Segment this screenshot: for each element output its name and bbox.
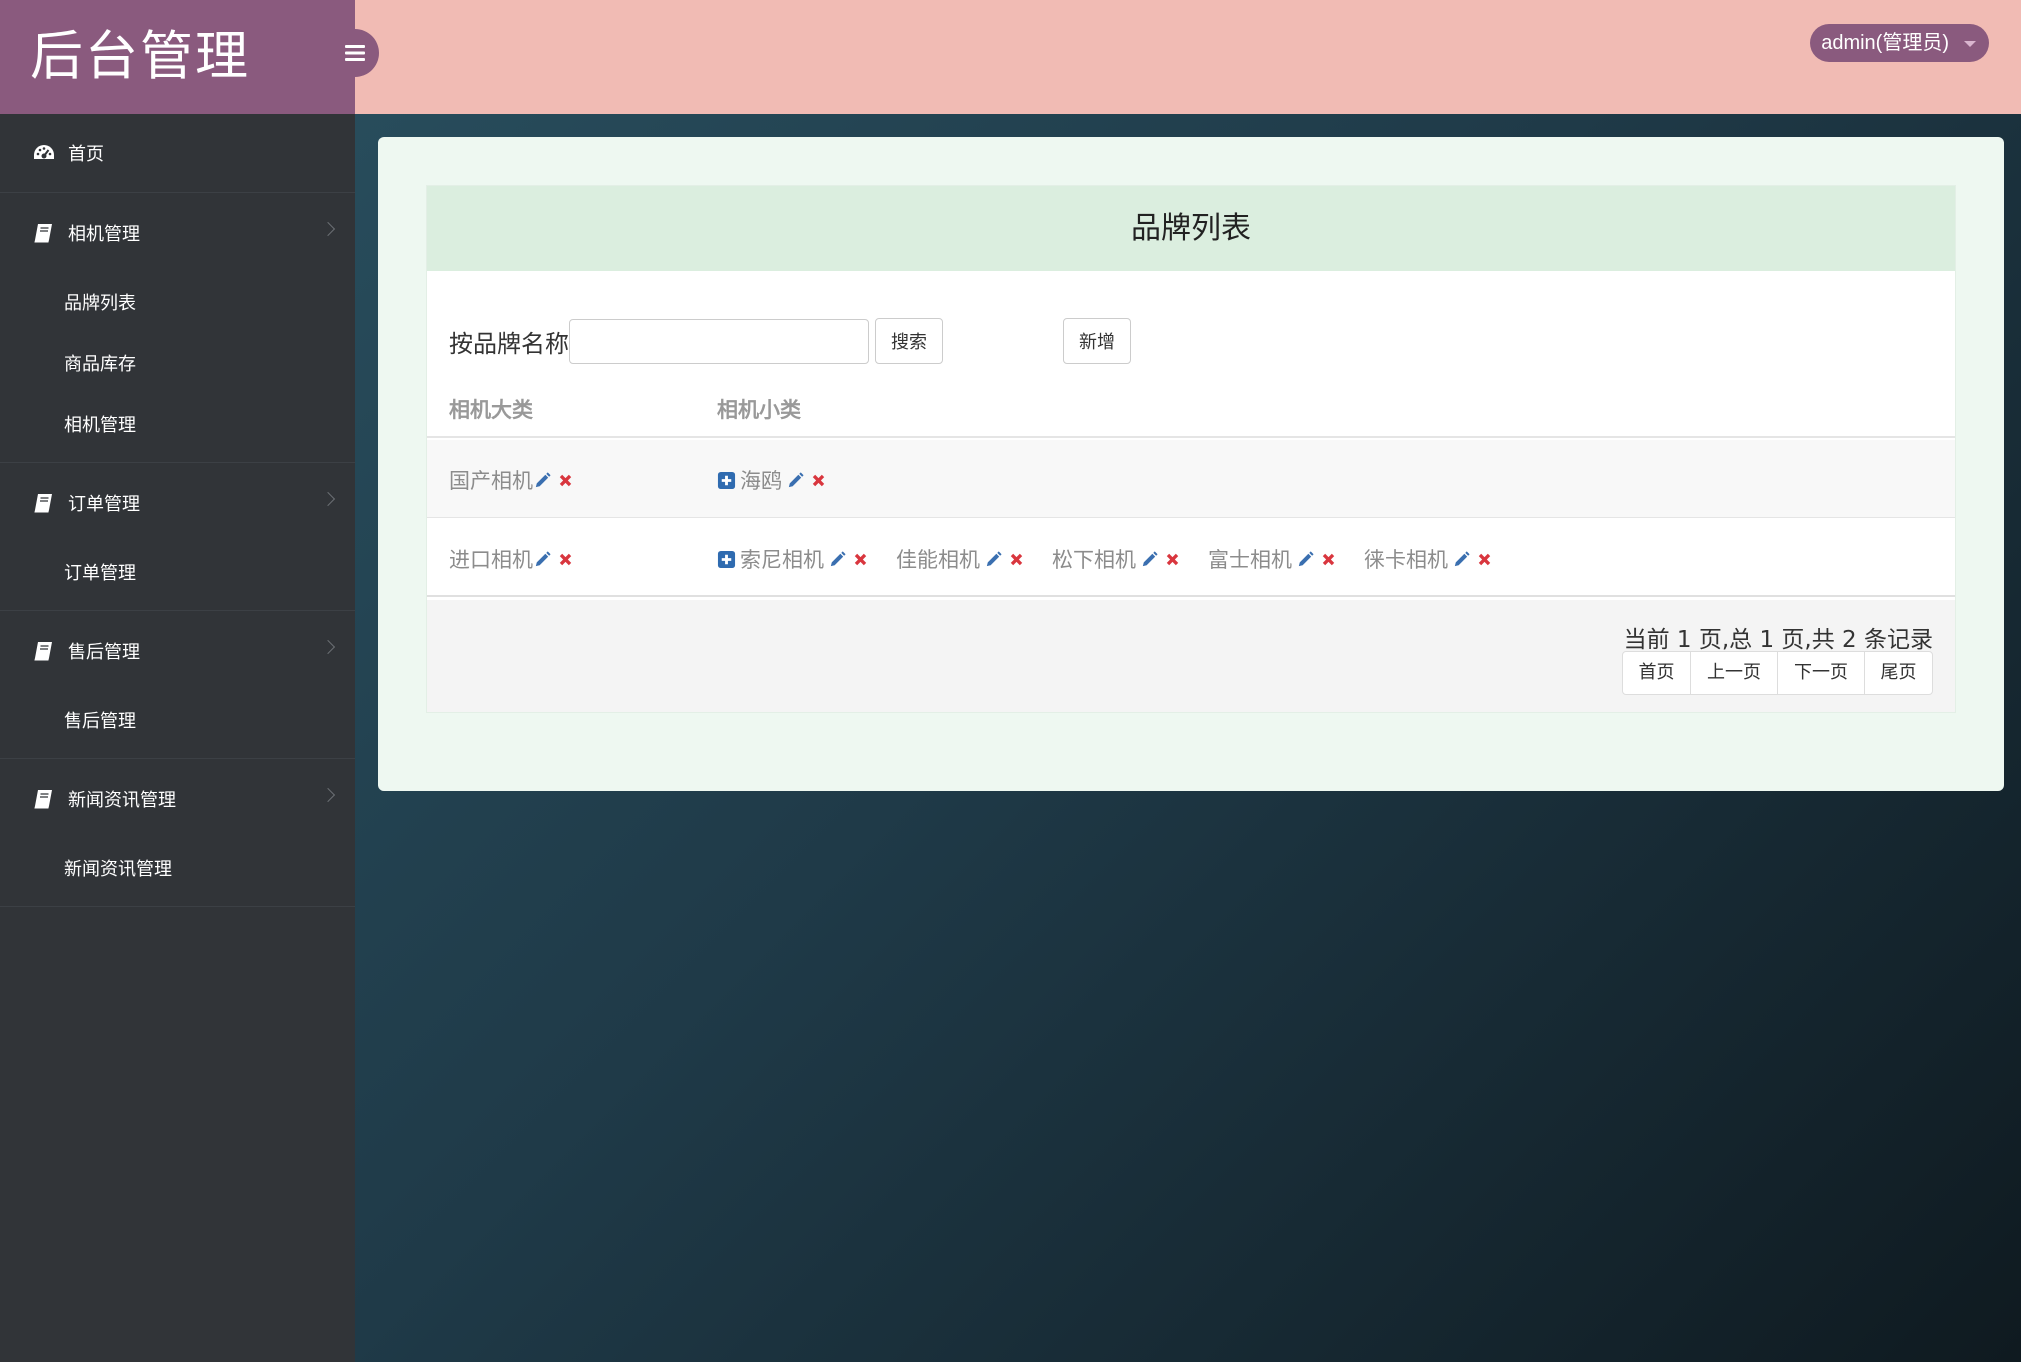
plus-square-icon[interactable] [717,550,736,569]
sidebar-item-news[interactable]: 新闻资讯管理 [0,839,355,900]
sidebar-item-label: 售后管理 [68,642,140,662]
sidebar-item-aftersales[interactable]: 售后管理 [0,691,355,752]
category-cell: 进口相机 [449,544,579,574]
dashboard-icon [34,145,54,159]
app-logo-title: 后台管理 [0,0,355,114]
book-icon [34,494,52,513]
book-icon [34,642,52,661]
delete-icon[interactable] [1319,550,1338,569]
search-button[interactable]: 搜索 [875,318,943,364]
brand-item: 松下相机 [1052,544,1186,574]
caret-down-icon [1964,41,1976,47]
table-row: 进口相机 索尼相机 佳能相机 松下相机 富士相机 徕卡相机 [427,519,1955,597]
user-menu-label: admin(管理员) [1821,32,1949,54]
sidebar-group-orders: 订单管理 订单管理 [0,463,355,611]
sidebar-item-orders[interactable]: 订单管理 [0,543,355,604]
search-label: 按品牌名称 [449,329,569,358]
category-cell: 国产相机 [449,465,579,495]
sidebar-group-aftersales: 售后管理 售后管理 [0,611,355,759]
brand-name: 松下相机 [1052,548,1136,572]
search-bar: 按品牌名称 搜索 新增 [449,318,1131,364]
pencil-icon[interactable] [1140,550,1159,569]
pencil-icon[interactable] [786,471,805,490]
brand-list-panel: 品牌列表 按品牌名称 搜索 新增 相机大类 相机小类 国产相机 海鸥 进口相机 … [426,185,1956,713]
book-icon [34,790,52,809]
next-page-button[interactable]: 下一页 [1777,651,1865,695]
column-header-brands: 相机小类 [717,398,801,422]
sidebar-toggle-button[interactable] [331,29,379,77]
sidebar-group-camera: 相机管理 品牌列表 商品库存 相机管理 [0,193,355,463]
content-card: 品牌列表 按品牌名称 搜索 新增 相机大类 相机小类 国产相机 海鸥 进口相机 … [378,137,2004,791]
first-page-button[interactable]: 首页 [1622,651,1691,695]
sidebar-item-camera-management[interactable]: 相机管理 [0,193,355,273]
brands-cell: 索尼相机 佳能相机 松下相机 富士相机 徕卡相机 [717,544,1520,574]
pagination: 首页 上一页 下一页 尾页 [1622,651,1933,695]
table-row: 国产相机 海鸥 [427,440,1955,518]
brand-name: 索尼相机 [740,548,824,572]
pencil-icon[interactable] [533,550,552,569]
delete-icon[interactable] [556,471,575,490]
delete-icon[interactable] [1475,550,1494,569]
user-menu[interactable]: admin(管理员) [1810,24,1989,62]
sidebar-item-label: 新闻资讯管理 [68,790,176,810]
sidebar-group-home: 首页 [0,114,355,193]
brand-name: 富士相机 [1208,548,1292,572]
sidebar-item-home[interactable]: 首页 [0,114,355,192]
brand-name: 海鸥 [740,469,782,493]
sidebar-group-news: 新闻资讯管理 新闻资讯管理 [0,759,355,907]
panel-title: 品牌列表 [427,186,1955,271]
sidebar-item-news-management[interactable]: 新闻资讯管理 [0,759,355,839]
sidebar-item-order-management[interactable]: 订单管理 [0,463,355,543]
sidebar: 首页 相机管理 品牌列表 商品库存 相机管理 订单管理 订单管理 售后管理 售后… [0,114,355,1362]
pencil-icon[interactable] [1296,550,1315,569]
brand-item: 佳能相机 [896,544,1030,574]
brand-item: 徕卡相机 [1364,544,1498,574]
sidebar-item-label: 订单管理 [68,494,140,514]
delete-icon[interactable] [1163,550,1182,569]
pencil-icon[interactable] [533,471,552,490]
table-header: 相机大类 相机小类 [427,382,1955,438]
chevron-right-icon [320,221,336,237]
sidebar-item-brand-list[interactable]: 品牌列表 [0,273,355,334]
delete-icon[interactable] [556,550,575,569]
brand-item: 索尼相机 [740,544,874,574]
sidebar-item-aftersales-management[interactable]: 售后管理 [0,611,355,691]
delete-icon[interactable] [1007,550,1026,569]
chevron-right-icon [320,639,336,655]
sidebar-item-label: 首页 [68,144,104,164]
column-header-category: 相机大类 [449,398,533,422]
brand-item: 富士相机 [1208,544,1342,574]
delete-icon[interactable] [851,550,870,569]
chevron-right-icon [320,491,336,507]
brand-name: 佳能相机 [896,548,980,572]
plus-square-icon[interactable] [717,471,736,490]
pencil-icon[interactable] [1452,550,1471,569]
menu-icon [345,45,365,61]
brand-name: 徕卡相机 [1364,548,1448,572]
book-icon [34,224,52,243]
category-name: 进口相机 [449,548,533,572]
chevron-right-icon [320,787,336,803]
brand-name-search-input[interactable] [569,318,869,364]
pencil-icon[interactable] [828,550,847,569]
pagination-info: 当前 1 页,总 1 页,共 2 条记录 [1623,627,1933,653]
last-page-button[interactable]: 尾页 [1864,651,1933,695]
brands-cell: 海鸥 [717,465,854,495]
sidebar-item-inventory[interactable]: 商品库存 [0,334,355,395]
sidebar-item-label: 相机管理 [68,224,140,244]
delete-icon[interactable] [809,471,828,490]
prev-page-button[interactable]: 上一页 [1690,651,1778,695]
add-button[interactable]: 新增 [1063,318,1131,364]
pencil-icon[interactable] [984,550,1003,569]
top-bar: admin(管理员) [355,0,2021,114]
table-footer: 当前 1 页,总 1 页,共 2 条记录 首页 上一页 下一页 尾页 [427,600,1955,712]
category-name: 国产相机 [449,469,533,493]
sidebar-item-camera-admin[interactable]: 相机管理 [0,395,355,456]
brand-item: 海鸥 [740,465,832,495]
